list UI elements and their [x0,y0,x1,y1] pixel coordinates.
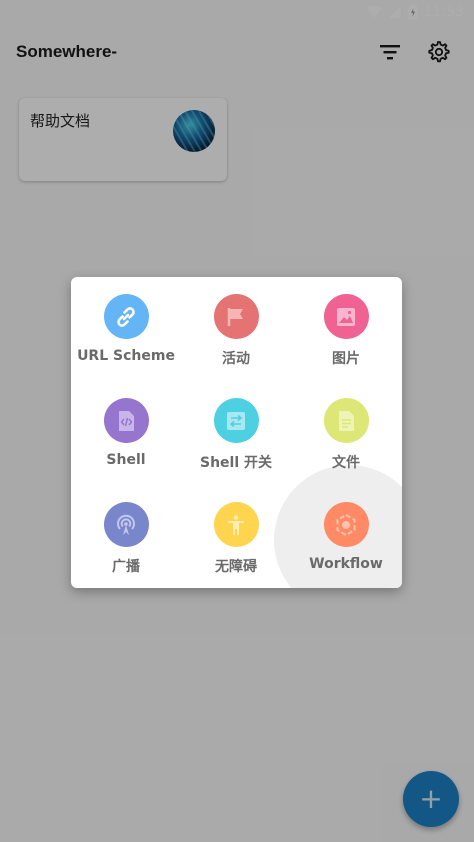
menu-item-broadcast[interactable]: 广播 [71,485,181,588]
workflow-icon [323,502,369,547]
menu-item-shell-switch[interactable]: Shell 开关 [181,381,291,485]
menu-item-label: 广播 [112,559,140,575]
menu-item-accessibility[interactable]: 无障碍 [181,485,291,588]
menu-item-label: URL Scheme [77,348,175,364]
trigger-grid: URL Scheme 活动 图片 Shell Shell 开关 文件 广播 无障… [71,277,402,588]
menu-item-label: Shell 开关 [199,455,273,471]
menu-item-shell[interactable]: Shell [71,381,181,485]
menu-item-workflow[interactable]: Workflow [291,485,401,588]
menu-item-label: 图片 [332,351,360,367]
menu-item-url-scheme[interactable]: URL Scheme [71,277,181,381]
switch-icon [213,398,259,443]
code-icon [103,398,149,443]
menu-item-label: 文件 [332,455,360,471]
file-icon [323,398,369,443]
menu-item-file[interactable]: 文件 [291,381,401,485]
flag-icon [213,294,259,339]
broadcast-icon [103,502,149,547]
menu-item-label: Shell [106,452,146,468]
menu-item-image[interactable]: 图片 [291,277,401,381]
trigger-type-dialog: URL Scheme 活动 图片 Shell Shell 开关 文件 广播 无障… [71,277,402,588]
menu-item-label: 无障碍 [215,559,257,575]
menu-item-activity[interactable]: 活动 [181,277,291,381]
link-icon [103,294,149,339]
menu-item-label: 活动 [222,351,250,367]
accessibility-icon [213,502,259,547]
menu-item-label: Workflow [309,556,383,572]
image-icon [323,294,369,339]
